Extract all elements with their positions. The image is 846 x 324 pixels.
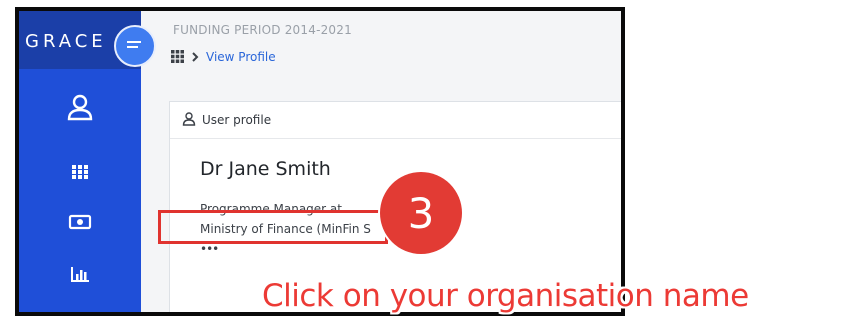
profile-name: Dr Jane Smith: [200, 158, 331, 180]
user-icon[interactable]: [65, 93, 95, 123]
grid-icon[interactable]: [171, 48, 184, 67]
chart-icon[interactable]: [65, 259, 95, 289]
step-badge: 3: [380, 172, 462, 254]
money-icon[interactable]: [65, 207, 95, 237]
chevron-right-icon: [190, 48, 200, 67]
card-header: User profile: [170, 102, 621, 139]
brand-logo: GRACE: [25, 31, 107, 52]
more-icon[interactable]: •••: [200, 242, 219, 256]
breadcrumb-view-profile[interactable]: View Profile: [206, 50, 276, 64]
grid-icon[interactable]: [65, 157, 95, 187]
card-title: User profile: [202, 113, 272, 127]
app-window: GRACE FUNDING PERIOD 2014-2021 View Prof…: [15, 7, 625, 316]
menu-toggle-button[interactable]: [114, 25, 156, 67]
funding-period: FUNDING PERIOD 2014-2021: [173, 23, 352, 37]
main-content: FUNDING PERIOD 2014-2021 View Profile Us…: [141, 11, 621, 312]
organisation-highlight: [158, 210, 388, 244]
step-number: 3: [407, 188, 435, 238]
instruction-caption: Click on your organisation name: [262, 278, 749, 314]
user-icon: [182, 111, 196, 130]
breadcrumb: View Profile: [171, 47, 276, 67]
